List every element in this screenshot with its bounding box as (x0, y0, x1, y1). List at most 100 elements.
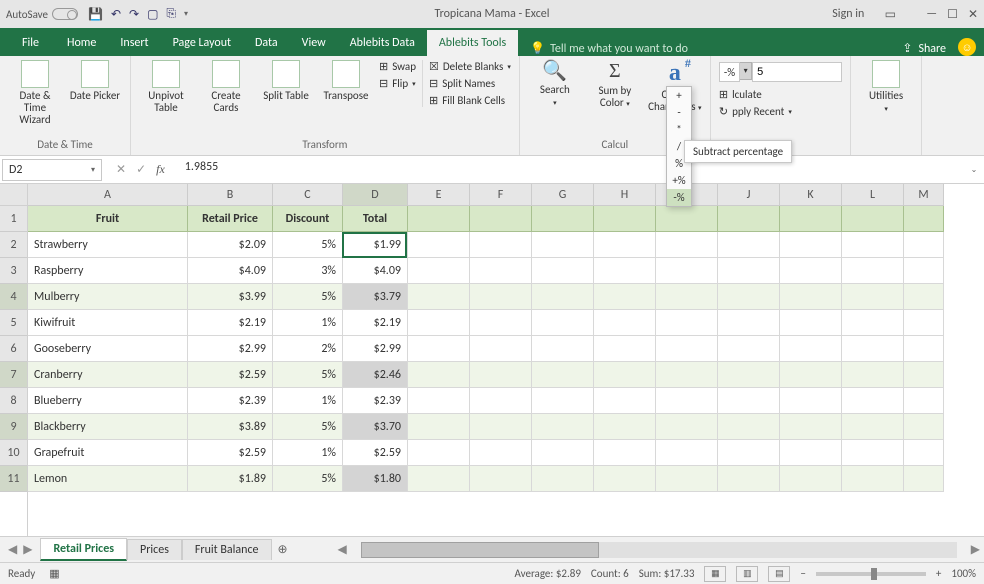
autosave-toggle[interactable]: AutoSave (6, 8, 78, 21)
split-table-button[interactable]: Split Table (259, 60, 313, 102)
cell[interactable]: 5% (273, 362, 343, 388)
view-page-break-icon[interactable]: ▤ (768, 566, 790, 582)
cell[interactable]: Mulberry (28, 284, 188, 310)
tab-home[interactable]: Home (55, 30, 108, 56)
cell[interactable]: $1.89 (188, 466, 273, 492)
sheet-nav-prev-icon[interactable]: ◀ (8, 542, 17, 557)
cell[interactable] (842, 310, 904, 336)
maximize-icon[interactable]: ☐ (947, 7, 958, 22)
cell[interactable] (532, 206, 594, 232)
cell[interactable] (842, 232, 904, 258)
share-button[interactable]: ⇪ Share (902, 41, 946, 56)
row-header-9[interactable]: 9 (0, 414, 27, 440)
cell[interactable] (656, 414, 718, 440)
cell[interactable] (594, 336, 656, 362)
sheet-tab-fruit-balance[interactable]: Fruit Balance (182, 539, 272, 560)
cell[interactable]: $3.99 (188, 284, 273, 310)
column-header-D[interactable]: D (343, 184, 408, 206)
cell[interactable]: $4.09 (188, 258, 273, 284)
cell-grid[interactable]: FruitRetail PriceDiscountTotalStrawberry… (28, 206, 984, 536)
cell[interactable]: 5% (273, 466, 343, 492)
cell[interactable] (780, 284, 842, 310)
cell[interactable] (780, 440, 842, 466)
cell[interactable] (718, 284, 780, 310)
calculate-button[interactable]: ⊞lculate (719, 88, 842, 101)
cell[interactable] (408, 258, 470, 284)
cell[interactable] (656, 336, 718, 362)
zoom-in-icon[interactable]: + (936, 567, 941, 580)
sum-by-color-button[interactable]: ΣSum by Color ▾ (588, 60, 642, 109)
cell[interactable]: 5% (273, 284, 343, 310)
unpivot-table-button[interactable]: Unpivot Table (139, 60, 193, 114)
cell[interactable] (594, 362, 656, 388)
cell[interactable]: $3.79 (343, 284, 408, 310)
column-header-K[interactable]: K (780, 184, 842, 206)
cell[interactable] (594, 232, 656, 258)
add-sheet-button[interactable]: ⊕ (272, 542, 294, 557)
column-header-J[interactable]: J (718, 184, 780, 206)
cell[interactable] (656, 284, 718, 310)
column-header-E[interactable]: E (408, 184, 470, 206)
select-all-corner[interactable] (0, 184, 28, 206)
utilities-button[interactable]: Utilities▾ (859, 60, 913, 114)
cell[interactable] (656, 362, 718, 388)
cell[interactable]: $2.99 (188, 336, 273, 362)
cell[interactable] (594, 258, 656, 284)
cell[interactable]: Kiwifruit (28, 310, 188, 336)
cell[interactable] (532, 362, 594, 388)
split-names-button[interactable]: ⊟Split Names (429, 77, 511, 90)
column-header-C[interactable]: C (273, 184, 343, 206)
cell[interactable] (470, 362, 532, 388)
zoom-slider-thumb[interactable] (871, 568, 877, 580)
cell[interactable] (408, 362, 470, 388)
sheet-nav-next-icon[interactable]: ▶ (23, 542, 32, 557)
cell[interactable] (532, 284, 594, 310)
cell[interactable]: 1% (273, 440, 343, 466)
column-header-L[interactable]: L (842, 184, 904, 206)
cell[interactable] (594, 206, 656, 232)
column-header-B[interactable]: B (188, 184, 273, 206)
cell[interactable] (904, 388, 944, 414)
minimize-icon[interactable]: — (926, 7, 937, 22)
cell[interactable]: $2.59 (188, 440, 273, 466)
formula-expand-icon[interactable]: ⌄ (964, 165, 984, 175)
cell[interactable] (470, 284, 532, 310)
header-cell[interactable]: Total (343, 206, 408, 232)
cell[interactable] (780, 466, 842, 492)
zoom-level[interactable]: 100% (951, 567, 976, 580)
cell[interactable] (532, 388, 594, 414)
formula-input[interactable]: 1.9855 (179, 159, 964, 181)
cell[interactable]: Blackberry (28, 414, 188, 440)
cell[interactable] (780, 206, 842, 232)
tab-data[interactable]: Data (243, 30, 290, 56)
cell[interactable] (594, 440, 656, 466)
column-header-M[interactable]: M (904, 184, 944, 206)
cell[interactable] (842, 284, 904, 310)
cell[interactable]: 5% (273, 414, 343, 440)
close-icon[interactable]: ✕ (968, 7, 978, 22)
cell[interactable] (780, 362, 842, 388)
cell[interactable]: $4.09 (343, 258, 408, 284)
tab-ablebits-tools[interactable]: Ablebits Tools (427, 30, 518, 56)
swap-button[interactable]: ⊞Swap (379, 60, 416, 73)
cell[interactable]: Blueberry (28, 388, 188, 414)
cell[interactable]: Raspberry (28, 258, 188, 284)
row-header-11[interactable]: 11 (0, 466, 27, 492)
cell[interactable] (904, 336, 944, 362)
ribbon-display-icon[interactable]: ▭ (882, 6, 898, 22)
cell[interactable] (408, 388, 470, 414)
cell[interactable] (842, 414, 904, 440)
cell[interactable]: Gooseberry (28, 336, 188, 362)
cell[interactable] (780, 336, 842, 362)
view-page-layout-icon[interactable]: ▥ (736, 566, 758, 582)
cell[interactable]: $1.99 (343, 232, 408, 258)
cell[interactable] (470, 414, 532, 440)
zoom-out-icon[interactable]: − (800, 567, 805, 580)
qat-more-icon[interactable]: ▾ (184, 9, 188, 19)
cell[interactable] (904, 362, 944, 388)
cell[interactable] (532, 466, 594, 492)
operation-dropdown-icon[interactable]: ▾ (740, 62, 752, 80)
cell[interactable] (408, 466, 470, 492)
cell[interactable] (594, 284, 656, 310)
cell[interactable] (718, 206, 780, 232)
